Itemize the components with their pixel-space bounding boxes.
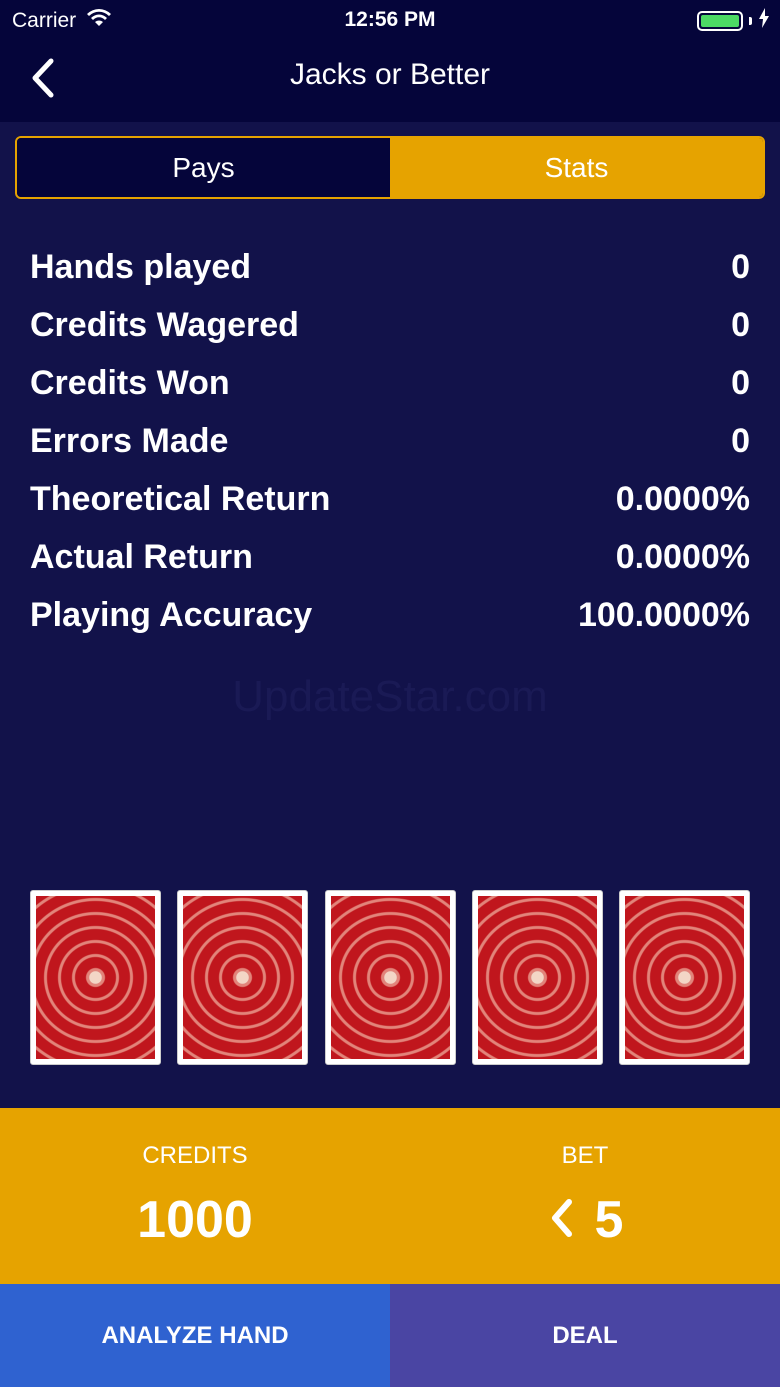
stat-label: Credits Won [30, 363, 230, 402]
nav-bar: Jacks or Better [0, 40, 780, 122]
stat-value: 0 [731, 305, 750, 344]
card-back-pattern [477, 896, 597, 1059]
card-5[interactable] [619, 890, 750, 1065]
bet-decrease-button[interactable] [547, 1194, 577, 1246]
card-back-pattern [625, 896, 744, 1059]
card-3[interactable] [324, 890, 456, 1065]
stat-label: Playing Accuracy [30, 595, 313, 634]
status-bar: Carrier 12:56 PM [0, 0, 780, 40]
stat-value: 0.0000% [615, 537, 750, 576]
battery-tip [749, 17, 752, 25]
stat-row-credits-won: Credits Won 0 [30, 354, 750, 412]
tab-stats[interactable]: Stats [390, 138, 763, 197]
credits-label: CREDITS [142, 1142, 248, 1169]
bet-control: 5 [390, 1190, 780, 1250]
stat-row-errors-made: Errors Made 0 [30, 412, 750, 470]
stat-row-playing-accuracy: Playing Accuracy 100.0000% [30, 586, 750, 644]
battery-icon [697, 11, 743, 31]
stat-label: Errors Made [30, 421, 229, 460]
stat-label: Actual Return [30, 537, 253, 576]
card-back-pattern [330, 896, 450, 1059]
credits-box: CREDITS 1000 [0, 1108, 390, 1284]
stat-row-actual-return: Actual Return 0.0000% [30, 528, 750, 586]
bet-box: BET 5 [390, 1108, 780, 1284]
page-title: Jacks or Better [289, 58, 491, 91]
stat-label: Credits Wagered [30, 305, 299, 344]
credits-value: 1000 [137, 1191, 253, 1249]
card-back-pattern [183, 896, 303, 1059]
stat-value: 100.0000% [577, 595, 750, 634]
stat-value: 0 [731, 421, 750, 460]
stat-value: 0 [731, 363, 750, 402]
stat-row-credits-wagered: Credits Wagered 0 [30, 296, 750, 354]
bet-label: BET [561, 1142, 609, 1169]
watermark: UpdateStar.com [232, 672, 548, 721]
card-4[interactable] [471, 890, 603, 1065]
info-panel: CREDITS 1000 BET 5 [0, 1108, 780, 1284]
chevron-left-icon [547, 1196, 575, 1245]
stats-list: Hands played 0 Credits Wagered 0 Credits… [30, 238, 750, 644]
tab-pays[interactable]: Pays [17, 138, 390, 197]
deal-button[interactable]: DEAL [390, 1284, 780, 1387]
charging-icon [758, 8, 770, 34]
stat-label: Theoretical Return [30, 479, 331, 518]
status-time: 12:56 PM [344, 8, 436, 31]
bottom-bar: ANALYZE HAND DEAL [0, 1284, 780, 1387]
stat-row-hands-played: Hands played 0 [30, 238, 750, 296]
stat-label: Hands played [30, 247, 252, 286]
stat-value: 0 [731, 247, 750, 286]
card-row [30, 890, 750, 1065]
bet-value: 5 [594, 1191, 624, 1249]
card-1[interactable] [30, 890, 161, 1065]
card-back-pattern [36, 896, 155, 1059]
status-right [697, 8, 770, 34]
stat-value: 0.0000% [615, 479, 750, 518]
analyze-hand-button[interactable]: ANALYZE HAND [0, 1284, 390, 1387]
card-2[interactable] [177, 890, 309, 1065]
stat-row-theoretical-return: Theoretical Return 0.0000% [30, 470, 750, 528]
battery-level [701, 15, 739, 27]
segmented-control: Pays Stats [15, 136, 765, 199]
